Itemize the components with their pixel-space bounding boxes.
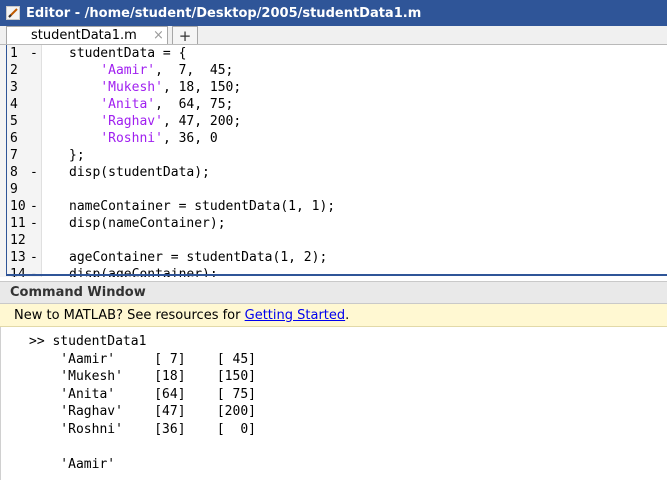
- code-token: , 64, 75;: [155, 97, 234, 112]
- code-editor[interactable]: 1- studentData = {2 'Aamir', 7, 45; 3 'Muk…: [0, 45, 667, 277]
- editor-title: Editor - /home/student/Desktop/2005/stud…: [26, 5, 422, 21]
- info-prefix: New to MATLAB? See resources for: [14, 307, 245, 323]
- code-line[interactable]: 4 'Anita', 64, 75;: [0, 96, 667, 113]
- code-line[interactable]: 12: [0, 232, 667, 249]
- tab-studentdata1[interactable]: studentData1.m ×: [6, 26, 168, 44]
- line-number: 5: [10, 114, 18, 129]
- line-number: 2: [10, 63, 18, 78]
- code-line[interactable]: 10- nameContainer = studentData(1, 1);: [0, 198, 667, 215]
- command-window-output[interactable]: >> studentData1 'Aamir' [ 7] [ 45] 'Muke…: [0, 327, 667, 480]
- code-token: , 47, 200;: [162, 114, 242, 129]
- code-token: disp(studentData);: [69, 165, 210, 180]
- breakpoint-marker[interactable]: -: [30, 164, 38, 181]
- code-text: studentData = {: [69, 45, 186, 62]
- code-line[interactable]: 6 'Roshni', 36, 0: [0, 130, 667, 147]
- line-number: 14: [10, 267, 26, 277]
- code-text: 'Mukesh', 18, 150;: [69, 79, 241, 96]
- code-line[interactable]: 13- ageContainer = studentData(1, 2);: [0, 249, 667, 266]
- line-number: 9: [10, 182, 18, 197]
- output-line: 'Aamir' [ 7] [ 45]: [29, 351, 256, 367]
- code-text: 'Anita', 64, 75;: [69, 96, 233, 113]
- output-line: 'Roshni' [36] [ 0]: [29, 421, 256, 437]
- breakpoint-marker[interactable]: -: [30, 198, 38, 215]
- output-line: 'Aamir': [29, 456, 116, 472]
- code-line[interactable]: 5 'Raghav', 47, 200;: [0, 113, 667, 130]
- command-window-title: Command Window: [10, 285, 146, 300]
- code-token: disp(ageContainer);: [69, 267, 218, 277]
- code-line[interactable]: 8- disp(studentData);: [0, 164, 667, 181]
- line-number: 6: [10, 131, 18, 146]
- code-token: , 36, 0: [162, 131, 218, 146]
- code-line[interactable]: 3 'Mukesh', 18, 150;: [0, 79, 667, 96]
- editor-title-bar[interactable]: Editor - /home/student/Desktop/2005/stud…: [0, 0, 667, 26]
- output-line: 'Raghav' [47] [200]: [29, 404, 256, 419]
- tab-label: studentData1.m: [31, 28, 137, 43]
- info-suffix: .: [345, 307, 350, 323]
- code-text: disp(studentData);: [69, 164, 210, 181]
- line-number: 10: [10, 199, 26, 214]
- string-literal: 'Mukesh': [100, 80, 163, 95]
- line-number: 1: [10, 46, 18, 61]
- line-number: 4: [10, 97, 18, 112]
- code-text: disp(ageContainer);: [69, 266, 218, 277]
- string-literal: 'Anita': [100, 97, 156, 112]
- breakpoint-marker[interactable]: -: [30, 45, 38, 62]
- output-line: 'Mukesh' [18] [150]: [29, 369, 256, 384]
- code-text: disp(nameContainer);: [69, 215, 226, 232]
- code-text: 'Raghav', 47, 200;: [69, 113, 241, 130]
- output-line: >> studentData1: [29, 334, 147, 349]
- editor-tab-strip: studentData1.m × +: [0, 26, 667, 45]
- string-literal: 'Roshni': [100, 131, 163, 146]
- code-text: 'Roshni', 36, 0: [69, 130, 218, 147]
- code-text: ageContainer = studentData(1, 2);: [69, 249, 327, 266]
- code-token: };: [69, 148, 85, 163]
- close-icon[interactable]: ×: [153, 28, 164, 43]
- breakpoint-marker[interactable]: -: [30, 266, 38, 277]
- new-tab-button[interactable]: +: [172, 26, 198, 45]
- code-line[interactable]: 9: [0, 181, 667, 198]
- code-line[interactable]: 7};: [0, 147, 667, 164]
- info-text: New to MATLAB? See resources for Getting…: [14, 308, 349, 323]
- code-token: disp(nameContainer);: [69, 216, 226, 231]
- string-literal: 'Aamir': [100, 63, 156, 78]
- output-line: 'Anita' [64] [ 75]: [29, 386, 256, 402]
- code-line[interactable]: 14- disp(ageContainer);: [0, 266, 667, 277]
- code-token: , 18, 150;: [162, 80, 242, 95]
- getting-started-link[interactable]: Getting Started: [245, 308, 346, 323]
- editor-icon: [6, 6, 20, 20]
- line-number: 11: [10, 216, 26, 231]
- line-number: 8: [10, 165, 18, 180]
- code-text: 'Aamir', 7, 45;: [69, 62, 233, 79]
- breakpoint-marker[interactable]: -: [30, 249, 38, 266]
- command-window-header: Command Window: [0, 281, 667, 304]
- code-token: nameContainer = studentData(1, 1);: [69, 199, 336, 214]
- code-text: };: [69, 147, 85, 164]
- line-number: 3: [10, 80, 18, 95]
- line-number: 13: [10, 250, 26, 265]
- string-literal: 'Raghav': [100, 114, 163, 129]
- code-text: nameContainer = studentData(1, 1);: [69, 198, 335, 215]
- code-token: studentData = {: [69, 46, 187, 61]
- info-bar: New to MATLAB? See resources for Getting…: [0, 304, 667, 327]
- code-line[interactable]: 2 'Aamir', 7, 45;: [0, 62, 667, 79]
- code-token: , 7, 45;: [155, 63, 234, 78]
- code-line[interactable]: 11- disp(nameContainer);: [0, 215, 667, 232]
- line-number: 7: [10, 148, 18, 163]
- code-line[interactable]: 1- studentData = {: [0, 45, 667, 62]
- breakpoint-marker[interactable]: -: [30, 215, 38, 232]
- line-number: 12: [10, 233, 26, 248]
- code-token: ageContainer = studentData(1, 2);: [69, 250, 328, 265]
